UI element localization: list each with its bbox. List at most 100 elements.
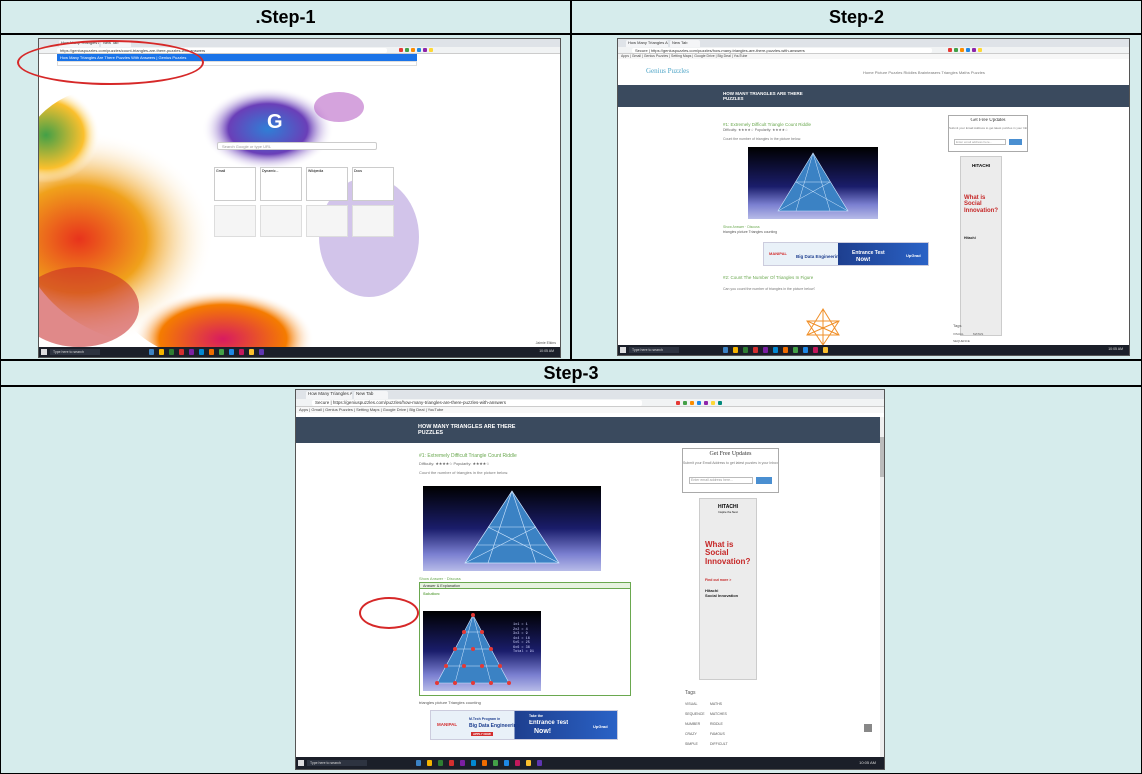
extension-icon[interactable] bbox=[978, 48, 982, 52]
taskbar-search[interactable]: Type here to search bbox=[50, 349, 100, 355]
side-ad[interactable]: HITACHI Inspire the Next What is Social … bbox=[699, 498, 757, 680]
extension-icon[interactable] bbox=[405, 48, 409, 52]
app-icon[interactable] bbox=[179, 349, 184, 355]
url-input[interactable]: Secure | https://geniuspuzzles.com/puzzl… bbox=[312, 400, 642, 406]
tile-docs[interactable]: Docs bbox=[352, 167, 394, 201]
post-title[interactable]: #1: Extremely Difficult Triangle Count R… bbox=[723, 122, 811, 127]
subscribe-button[interactable] bbox=[756, 477, 772, 484]
tag-item[interactable]: CRAZY bbox=[685, 732, 697, 736]
taskbar-search[interactable]: Type here to search bbox=[629, 347, 679, 353]
app-icon[interactable] bbox=[803, 347, 808, 353]
extension-icon[interactable] bbox=[704, 401, 708, 405]
browser-tab[interactable]: How Many Triangles Are… bbox=[626, 40, 668, 47]
extension-icon[interactable] bbox=[411, 48, 415, 52]
app-icon[interactable] bbox=[813, 347, 818, 353]
app-icon[interactable] bbox=[259, 349, 264, 355]
browser-tab-new[interactable]: New Tab bbox=[354, 391, 388, 399]
tag-item[interactable]: MATHS bbox=[973, 332, 983, 336]
app-icon[interactable] bbox=[783, 347, 788, 353]
app-icon[interactable] bbox=[169, 349, 174, 355]
taskbar-search[interactable]: Type here to search bbox=[307, 760, 367, 766]
app-icon[interactable] bbox=[733, 347, 738, 353]
app-icon[interactable] bbox=[471, 760, 476, 766]
url-input[interactable]: Secure | https://geniuspuzzles.com/puzzl… bbox=[632, 48, 932, 53]
extension-icon[interactable] bbox=[399, 48, 403, 52]
app-icon[interactable] bbox=[460, 760, 465, 766]
windows-start-icon[interactable] bbox=[41, 349, 47, 355]
tag-item[interactable]: SIMPLE bbox=[685, 742, 698, 746]
newtab-search-input[interactable]: Search Google or type URL bbox=[217, 142, 377, 150]
tag-item[interactable]: SEQUENCE bbox=[685, 712, 705, 716]
extension-icon[interactable] bbox=[683, 401, 687, 405]
extension-icon[interactable] bbox=[417, 48, 421, 52]
tag-item[interactable]: MATCHES bbox=[710, 712, 727, 716]
extension-icon[interactable] bbox=[676, 401, 680, 405]
post-tags[interactable]: triangles picture Triangles counting bbox=[419, 700, 481, 705]
site-nav[interactable]: Home Picture Puzzles Riddles Brainteaser… bbox=[863, 70, 985, 75]
tile-empty[interactable] bbox=[214, 205, 256, 237]
app-icon[interactable] bbox=[763, 347, 768, 353]
app-icon[interactable] bbox=[723, 347, 728, 353]
app-icon[interactable] bbox=[482, 760, 487, 766]
bookmarks-bar[interactable]: Apps | Gmail | Genius Puzzles | Setting … bbox=[296, 407, 884, 413]
ad-banner[interactable]: MANIPAL M.Tech Program in Big Data Engin… bbox=[430, 710, 618, 740]
email-input[interactable]: Enter email address here... bbox=[954, 139, 1006, 145]
post-tags[interactable]: triangles picture Triangles counting bbox=[723, 230, 777, 234]
app-icon[interactable] bbox=[438, 760, 443, 766]
browser-tab[interactable]: How Many Triangles Are… bbox=[306, 391, 352, 399]
app-icon[interactable] bbox=[504, 760, 509, 766]
extension-icon[interactable] bbox=[960, 48, 964, 52]
app-icon[interactable] bbox=[199, 349, 204, 355]
ad-banner[interactable]: MANIPAL Big Data Engineering Entrance Te… bbox=[763, 242, 929, 266]
extension-icon[interactable] bbox=[954, 48, 958, 52]
banner-cta[interactable]: APPLY NOW bbox=[471, 732, 493, 736]
extension-icon[interactable] bbox=[697, 401, 701, 405]
app-icon[interactable] bbox=[159, 349, 164, 355]
app-icon[interactable] bbox=[229, 349, 234, 355]
page-scrollbar[interactable] bbox=[880, 417, 884, 757]
app-icon[interactable] bbox=[793, 347, 798, 353]
tile-empty[interactable] bbox=[352, 205, 394, 237]
app-icon[interactable] bbox=[743, 347, 748, 353]
tag-item[interactable]: DIFFICULT bbox=[710, 742, 728, 746]
tag-item[interactable]: MATHS bbox=[710, 702, 722, 706]
post2-title[interactable]: #2: Count The Number Of Triangles In Fig… bbox=[723, 275, 813, 280]
app-icon[interactable] bbox=[239, 349, 244, 355]
extension-icon[interactable] bbox=[423, 48, 427, 52]
browser-tab-new[interactable]: New Tab bbox=[670, 40, 700, 47]
tag-item[interactable]: FAMOUS bbox=[710, 732, 725, 736]
tile-gmail[interactable]: Gmail bbox=[214, 167, 256, 201]
tag-item[interactable]: NUMBER bbox=[685, 722, 700, 726]
app-icon[interactable] bbox=[416, 760, 421, 766]
extension-icon[interactable] bbox=[966, 48, 970, 52]
extension-icon[interactable] bbox=[711, 401, 715, 405]
app-icon[interactable] bbox=[189, 349, 194, 355]
tag-item[interactable]: RIDDLE bbox=[710, 722, 723, 726]
show-answer-link[interactable]: Show Answer · Discuss bbox=[723, 225, 760, 229]
app-icon[interactable] bbox=[149, 349, 154, 355]
app-icon[interactable] bbox=[449, 760, 454, 766]
windows-start-icon[interactable] bbox=[620, 347, 626, 353]
tile-empty[interactable] bbox=[306, 205, 348, 237]
extension-icon[interactable] bbox=[690, 401, 694, 405]
app-icon[interactable] bbox=[773, 347, 778, 353]
extension-icon[interactable] bbox=[429, 48, 433, 52]
windows-start-icon[interactable] bbox=[298, 760, 304, 766]
extension-icon[interactable] bbox=[972, 48, 976, 52]
tile-empty[interactable] bbox=[260, 205, 302, 237]
app-icon[interactable] bbox=[515, 760, 520, 766]
app-icon[interactable] bbox=[526, 760, 531, 766]
bookmarks-bar[interactable]: Apps | Gmail | Genius Puzzles | Setting … bbox=[618, 54, 1129, 59]
tag-item[interactable]: VISUAL bbox=[685, 702, 697, 706]
email-input[interactable]: Enter email address here... bbox=[689, 477, 753, 484]
app-icon[interactable] bbox=[249, 349, 254, 355]
tag-item[interactable]: SEQUENCE bbox=[953, 339, 970, 343]
app-icon[interactable] bbox=[823, 347, 828, 353]
post-title[interactable]: #1: Extremely Difficult Triangle Count R… bbox=[419, 453, 517, 459]
show-answer-link[interactable]: Show Answer · Discuss bbox=[419, 576, 461, 581]
app-icon[interactable] bbox=[537, 760, 542, 766]
extension-icon[interactable] bbox=[948, 48, 952, 52]
site-logo[interactable]: Genius Puzzles bbox=[646, 67, 689, 75]
extension-icon[interactable] bbox=[718, 401, 722, 405]
back-to-top-button[interactable] bbox=[864, 724, 872, 732]
